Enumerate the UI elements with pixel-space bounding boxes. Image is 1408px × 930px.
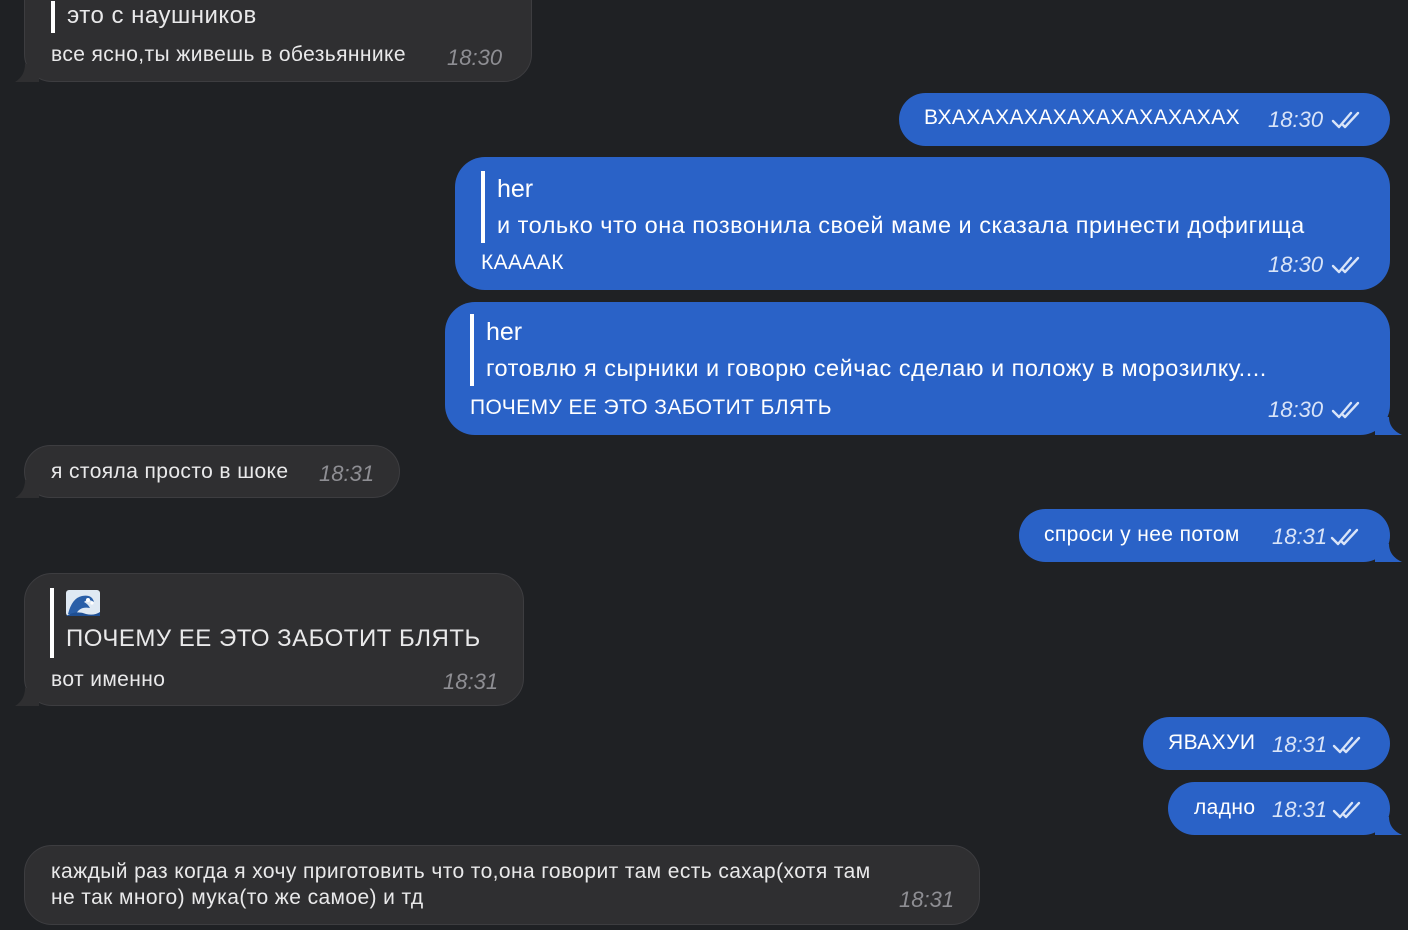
message-text-line: каждый раз когда я хочу приготовить что …	[51, 860, 871, 883]
incoming-message[interactable]: я стояла просто в шоке 18:31	[15, 445, 400, 498]
reply-quote-text: ПОЧЕМУ ЕЕ ЭТО ЗАБОТИТ БЛЯТЬ	[66, 625, 481, 652]
reply-quote[interactable]: her готовлю я сырники и говорю сейчас сд…	[470, 314, 1368, 386]
message-text: я стояла просто в шоке	[51, 460, 289, 483]
read-checkmarks-icon	[1331, 111, 1360, 129]
message-text: ВХАХАХАХАХАХАХАХАХАХАХ	[924, 106, 1241, 129]
reply-quote-text: готовлю я сырники и говорю сейчас сделаю…	[486, 355, 1267, 381]
message-time: 18:31	[1272, 732, 1328, 757]
outgoing-message[interactable]: ЯВАХУИ 18:31	[1143, 717, 1390, 770]
message-time: 18:31	[1272, 524, 1328, 549]
message-time: 18:30	[447, 45, 503, 70]
outgoing-message[interactable]: ВХАХАХАХАХАХАХАХАХАХАХ 18:30	[899, 93, 1390, 146]
outgoing-message[interactable]: спроси у нее потом 18:31	[1019, 509, 1402, 562]
message-text: вот именно	[51, 668, 166, 691]
read-checkmarks-icon	[1330, 528, 1359, 546]
message-time: 18:30	[1268, 397, 1324, 422]
bubble-tail	[15, 688, 39, 706]
read-checkmarks-icon	[1332, 801, 1361, 819]
message-text: спроси у нее потом	[1044, 523, 1240, 546]
reply-quote[interactable]: это с наушников	[51, 1, 257, 33]
incoming-message[interactable]: каждый раз когда я хочу приготовить что …	[24, 845, 980, 925]
message-time: 18:31	[899, 887, 955, 912]
outgoing-message[interactable]: her и только что она позвонила своей мам…	[455, 157, 1390, 290]
message-text: ПОЧЕМУ ЕЕ ЭТО ЗАБОТИТ БЛЯТЬ	[470, 396, 832, 419]
reply-quote-text: и только что она позвонила своей маме и …	[497, 212, 1305, 238]
message-time: 18:30	[1268, 107, 1324, 132]
read-checkmarks-icon	[1331, 401, 1360, 419]
outgoing-message[interactable]: her готовлю я сырники и говорю сейчас сд…	[445, 302, 1402, 435]
reply-quote[interactable]: her и только что она позвонила своей мам…	[481, 171, 1369, 243]
incoming-message[interactable]: это с наушников все ясно,ты живешь в обе…	[15, 0, 532, 82]
message-text: КААААК	[481, 251, 564, 274]
message-time: 18:31	[1272, 797, 1328, 822]
bubble-tail	[1375, 417, 1402, 435]
outgoing-message[interactable]: ладно 18:31	[1168, 782, 1402, 835]
bubble-tail	[1375, 817, 1402, 835]
reply-quote-text: это с наушников	[67, 2, 257, 29]
message-text-line: не так много) мука(то же самое) и тд	[51, 886, 424, 909]
message-time: 18:30	[1268, 252, 1324, 277]
reply-quote-media	[66, 588, 510, 622]
incoming-message[interactable]: ПОЧЕМУ ЕЕ ЭТО ЗАБОТИТ БЛЯТЬ вот именно 1…	[15, 573, 524, 706]
read-checkmarks-icon	[1332, 736, 1361, 754]
message-text: ЯВАХУИ	[1168, 731, 1256, 754]
message-text: все ясно,ты живешь в обезьяннике	[51, 43, 406, 66]
message-time: 18:31	[319, 461, 375, 486]
bubble-tail	[1375, 544, 1402, 562]
reply-quote[interactable]: ПОЧЕМУ ЕЕ ЭТО ЗАБОТИТ БЛЯТЬ	[50, 588, 510, 658]
read-checkmarks-icon	[1331, 256, 1360, 274]
message-time: 18:31	[443, 669, 499, 694]
reply-quote-author: her	[497, 175, 534, 203]
bubble-tail	[15, 64, 39, 82]
message-text: ладно	[1194, 796, 1256, 819]
wave-emoji-icon	[66, 590, 100, 616]
reply-quote-author: her	[486, 318, 523, 346]
bubble-tail	[15, 480, 39, 498]
